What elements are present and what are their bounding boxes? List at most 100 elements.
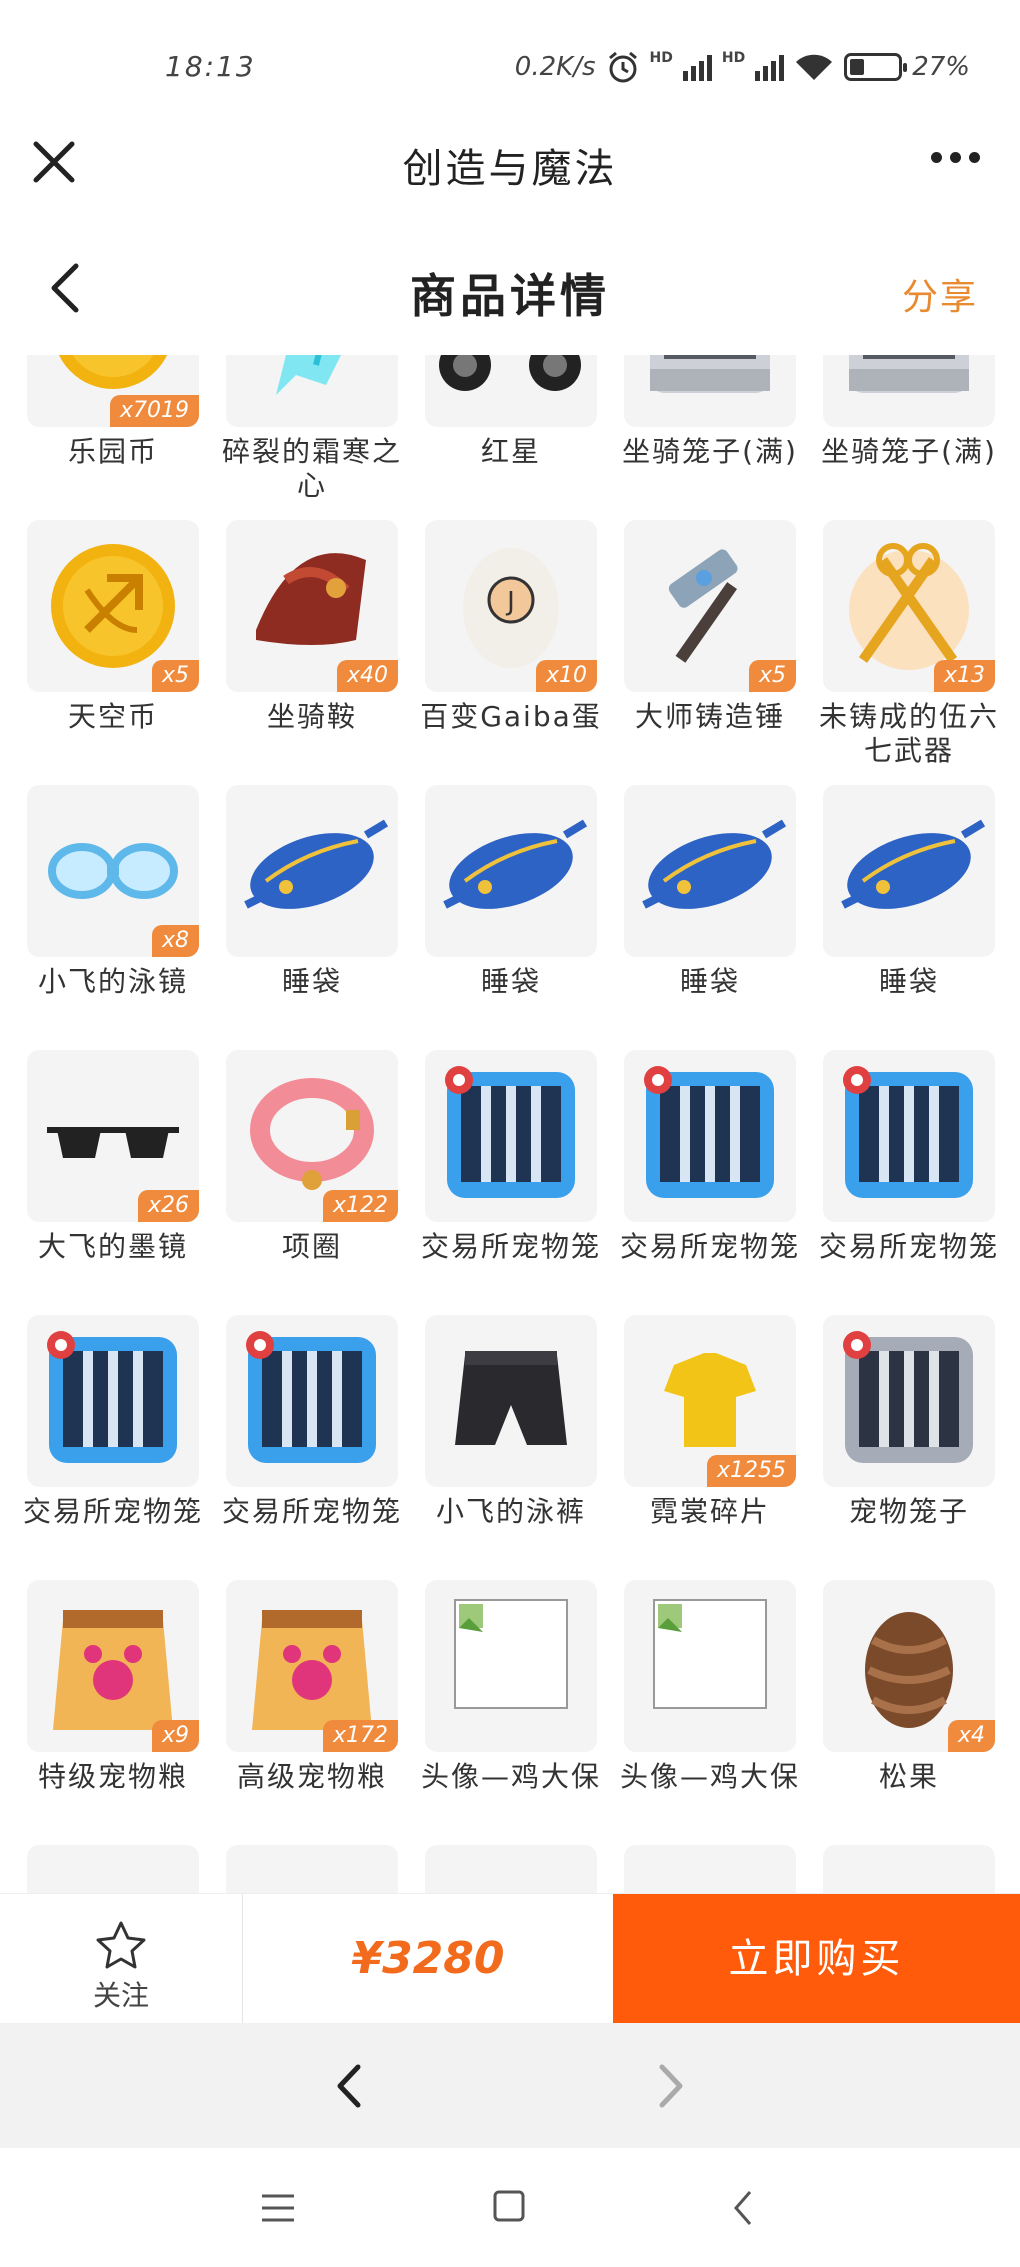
buy-now-button[interactable]: 立即购买 bbox=[613, 1894, 1020, 2024]
item-name: 大飞的墨镜 bbox=[37, 1230, 188, 1263]
item-card[interactable]: 碎裂的霜寒之心 bbox=[222, 355, 400, 520]
quantity-badge: x4 bbox=[947, 1720, 995, 1752]
pet-cage-grey-icon bbox=[843, 1331, 973, 1463]
menu-icon[interactable] bbox=[258, 2188, 298, 2228]
item-name: 睡袋 bbox=[679, 965, 740, 998]
item-card[interactable]: Jx10 百变Gaiba蛋 bbox=[420, 520, 600, 785]
item-tile: x1255 bbox=[624, 1315, 796, 1487]
item-card[interactable]: 睡袋 bbox=[226, 785, 398, 1050]
quantity-badge: x40 bbox=[336, 660, 398, 692]
share-button[interactable]: 分享 bbox=[902, 268, 978, 320]
item-tile bbox=[226, 1315, 398, 1487]
item-name: 霓裳碎片 bbox=[649, 1495, 770, 1528]
item-card[interactable]: 睡袋 bbox=[823, 785, 995, 1050]
item-name: 碎裂的霜寒之心 bbox=[221, 435, 402, 502]
item-name: 交易所宠物笼 bbox=[420, 1230, 601, 1263]
quantity-badge: x5 bbox=[151, 660, 199, 692]
item-card[interactable] bbox=[226, 1845, 398, 1895]
item-card[interactable] bbox=[425, 1845, 597, 1895]
pet-cage-blue-icon bbox=[246, 1331, 376, 1463]
sleeping-bag-icon bbox=[244, 819, 389, 909]
item-tile: x13 bbox=[823, 520, 995, 692]
item-grid: x7019 乐园币 碎裂的霜寒之心 红星 Ω 坐骑笼子(满) Ω 坐骑笼子(满) x5 天空币 x4… bbox=[0, 355, 1020, 1895]
item-name: 坐骑鞍 bbox=[266, 700, 357, 733]
item-tile: x8 bbox=[27, 785, 199, 957]
system-back-icon[interactable] bbox=[728, 2188, 758, 2228]
item-card[interactable]: x1255 霓裳碎片 bbox=[624, 1315, 796, 1580]
item-name: 交易所宠物笼 bbox=[818, 1230, 999, 1263]
item-tile bbox=[624, 1580, 796, 1752]
item-card[interactable]: Ω 坐骑笼子(满) bbox=[821, 355, 995, 520]
item-card[interactable]: 交易所宠物笼 bbox=[23, 1315, 201, 1580]
item-card[interactable]: x13 未铸成的伍六七武器 bbox=[819, 520, 997, 785]
item-card[interactable]: x40 坐骑鞍 bbox=[226, 520, 398, 785]
item-card[interactable]: x122 项圈 bbox=[226, 1050, 398, 1315]
item-card[interactable]: 宠物笼子 bbox=[823, 1315, 995, 1580]
item-card[interactable]: 头像—鸡大保 bbox=[421, 1580, 599, 1845]
item-tile bbox=[823, 785, 995, 957]
item-name: 大师铸造锤 bbox=[634, 700, 785, 733]
item-card[interactable]: x172 高级宠物粮 bbox=[226, 1580, 398, 1845]
item-name: 坐骑笼子(满) bbox=[622, 435, 798, 468]
item-grid-viewport[interactable]: x7019 乐园币 碎裂的霜寒之心 红星 Ω 坐骑笼子(满) Ω 坐骑笼子(满) x5 天空币 x4… bbox=[0, 355, 1020, 1895]
home-icon[interactable] bbox=[491, 2188, 527, 2224]
more-icon[interactable] bbox=[931, 152, 980, 163]
nav-back-icon[interactable] bbox=[330, 2061, 370, 2111]
item-name: 睡袋 bbox=[480, 965, 541, 998]
follow-button[interactable]: 关注 bbox=[0, 1894, 243, 2024]
item-card[interactable]: x9 特级宠物粮 bbox=[27, 1580, 199, 1845]
item-name: 交易所宠物笼 bbox=[22, 1495, 203, 1528]
item-name: 特级宠物粮 bbox=[37, 1760, 188, 1793]
item-tile bbox=[226, 355, 398, 427]
item-name: 红星 bbox=[480, 435, 541, 468]
item-tile bbox=[823, 1845, 995, 1895]
item-card[interactable] bbox=[624, 1845, 796, 1895]
item-tile: x172 bbox=[226, 1580, 398, 1752]
item-card[interactable]: 交易所宠物笼 bbox=[222, 1315, 400, 1580]
item-card[interactable]: 睡袋 bbox=[425, 785, 597, 1050]
follow-label: 关注 bbox=[92, 1979, 149, 2012]
item-tile bbox=[425, 1845, 597, 1895]
quantity-badge: x7019 bbox=[109, 395, 199, 427]
broken-image-icon bbox=[653, 1599, 767, 1709]
item-card[interactable]: x5 大师铸造锤 bbox=[624, 520, 796, 785]
item-tile bbox=[425, 1315, 597, 1487]
quantity-badge: x8 bbox=[151, 925, 199, 957]
item-card[interactable]: 小飞的泳裤 bbox=[425, 1315, 597, 1580]
pet-cage-blue-icon bbox=[445, 1066, 575, 1198]
item-card[interactable]: 交易所宠物笼 bbox=[620, 1050, 798, 1315]
item-card[interactable]: 交易所宠物笼 bbox=[819, 1050, 997, 1315]
item-card[interactable] bbox=[27, 1845, 199, 1895]
nav-forward-icon[interactable] bbox=[650, 2061, 690, 2111]
pet-cage-blue-icon bbox=[644, 1066, 774, 1198]
item-card[interactable]: x8 小飞的泳镜 bbox=[27, 785, 199, 1050]
item-name: 项圈 bbox=[281, 1230, 342, 1263]
item-name: 交易所宠物笼 bbox=[221, 1495, 402, 1528]
page-title: 商品详情 bbox=[410, 269, 610, 323]
item-card[interactable]: x7019 乐园币 bbox=[27, 355, 199, 520]
item-tile bbox=[823, 1050, 995, 1222]
item-card[interactable]: x4 松果 bbox=[823, 1580, 995, 1845]
item-name: 百变Gaiba蛋 bbox=[420, 700, 602, 733]
item-card[interactable]: 交易所宠物笼 bbox=[421, 1050, 599, 1315]
browser-nav-bar bbox=[0, 2023, 1020, 2148]
item-tile: Ω bbox=[624, 355, 796, 427]
item-tile: Jx10 bbox=[425, 520, 597, 692]
item-name: 高级宠物粮 bbox=[236, 1760, 387, 1793]
item-card[interactable]: Ω 坐骑笼子(满) bbox=[622, 355, 796, 520]
broken-image-icon bbox=[454, 1599, 568, 1709]
item-card[interactable]: x5 天空币 bbox=[27, 520, 199, 785]
item-tile: x122 bbox=[226, 1050, 398, 1222]
item-card[interactable] bbox=[823, 1845, 995, 1895]
star-icon bbox=[96, 1921, 146, 1969]
quantity-badge: x5 bbox=[748, 660, 796, 692]
item-card[interactable]: 头像—鸡大保 bbox=[620, 1580, 798, 1845]
item-card[interactable]: 睡袋 bbox=[624, 785, 796, 1050]
item-card[interactable]: 红星 bbox=[425, 355, 597, 520]
item-tile: Ω bbox=[823, 355, 995, 427]
signal-icon-1 bbox=[682, 53, 712, 81]
item-name: 小飞的泳镜 bbox=[37, 965, 188, 998]
sleeping-bag-icon bbox=[841, 819, 986, 909]
item-name: 头像—鸡大保 bbox=[619, 1760, 800, 1793]
item-card[interactable]: x26 大飞的墨镜 bbox=[27, 1050, 199, 1315]
